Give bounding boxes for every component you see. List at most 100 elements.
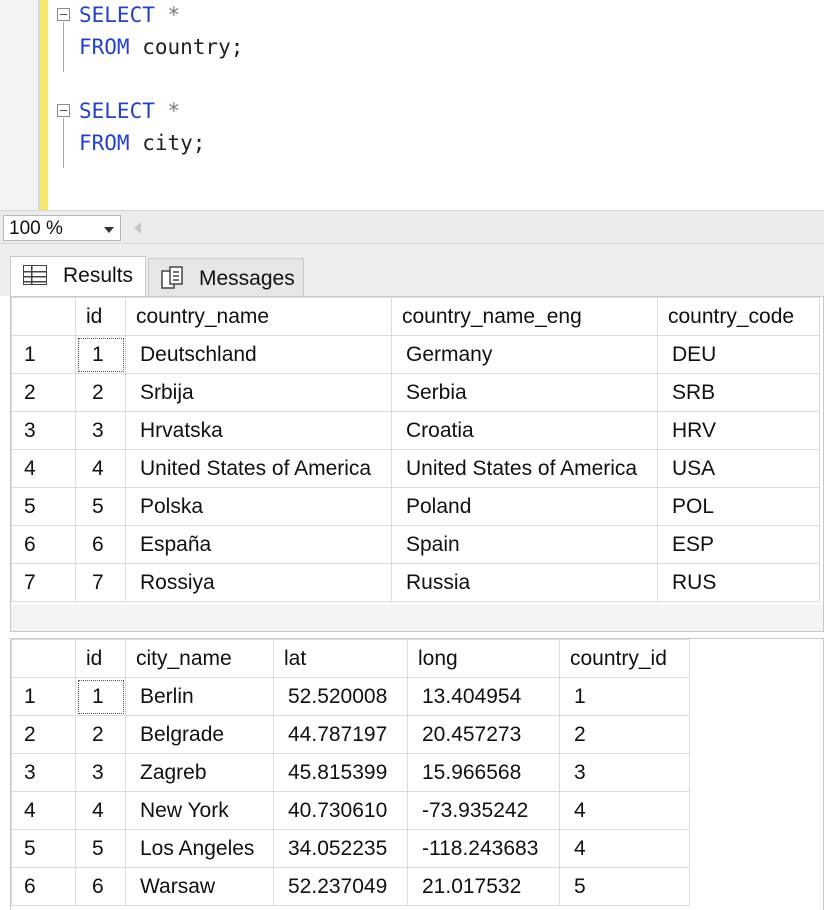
country-code-cell[interactable]: SRB — [657, 373, 820, 412]
country-name-cell[interactable]: Srbija — [125, 373, 392, 412]
table-row[interactable]: 6 6 España Spain ESP — [11, 525, 820, 564]
row-number-cell[interactable]: 5 — [11, 829, 76, 868]
table-row[interactable]: 4 4 New York 40.730610 -73.935242 4 — [11, 791, 690, 830]
city-name-cell[interactable]: Zagreb — [125, 753, 274, 792]
row-number-cell[interactable]: 2 — [11, 373, 76, 412]
long-cell[interactable]: 13.404954 — [407, 677, 560, 716]
city-name-cell[interactable]: Berlin — [125, 677, 274, 716]
country-name-eng-cell[interactable]: Poland — [391, 487, 658, 526]
table-row[interactable]: 4 4 United States of America United States … — [11, 449, 820, 488]
country-name-eng-cell[interactable]: Germany — [391, 335, 658, 374]
code-line[interactable]: SELECT * — [79, 98, 180, 124]
lat-cell[interactable]: 52.520008 — [273, 677, 408, 716]
row-number-header[interactable] — [11, 297, 76, 336]
column-header-lat[interactable]: lat — [273, 639, 408, 678]
country-id-cell[interactable]: 3 — [559, 753, 690, 792]
lat-cell[interactable]: 52.237049 — [273, 867, 408, 906]
id-cell[interactable]: 4 — [75, 791, 126, 830]
table-row[interactable]: 2 2 Belgrade 44.787197 20.457273 2 — [11, 715, 690, 754]
country-code-cell[interactable]: ESP — [657, 525, 820, 564]
table-row[interactable]: 5 5 Polska Poland POL — [11, 487, 820, 526]
long-cell[interactable]: 20.457273 — [407, 715, 560, 754]
long-cell[interactable]: -73.935242 — [407, 791, 560, 830]
column-header-country-id[interactable]: country_id — [559, 639, 690, 678]
country-id-cell[interactable]: 4 — [559, 829, 690, 868]
lat-cell[interactable]: 44.787197 — [273, 715, 408, 754]
row-number-cell[interactable]: 3 — [11, 411, 76, 450]
table-row[interactable]: 3 3 Hrvatska Croatia HRV — [11, 411, 820, 450]
row-number-cell[interactable]: 4 — [11, 791, 76, 830]
country-name-cell[interactable]: Hrvatska — [125, 411, 392, 450]
country-id-cell[interactable]: 1 — [559, 677, 690, 716]
scroll-left-icon[interactable] — [134, 222, 141, 234]
long-cell[interactable]: -118.243683 — [407, 829, 560, 868]
long-cell[interactable]: 21.017532 — [407, 867, 560, 906]
city-name-cell[interactable]: Los Angeles — [125, 829, 274, 868]
country-name-cell[interactable]: España — [125, 525, 392, 564]
country-result-grid[interactable]: id country_name country_name_eng country… — [10, 296, 824, 632]
country-name-eng-cell[interactable]: Croatia — [391, 411, 658, 450]
country-code-cell[interactable]: POL — [657, 487, 820, 526]
id-cell[interactable]: 2 — [75, 373, 126, 412]
zoom-dropdown[interactable]: 100 % — [3, 215, 121, 241]
country-code-cell[interactable]: RUS — [657, 563, 820, 602]
id-cell[interactable]: 5 — [75, 829, 126, 868]
lat-cell[interactable]: 40.730610 — [273, 791, 408, 830]
city-name-cell[interactable]: Warsaw — [125, 867, 274, 906]
row-number-cell[interactable]: 7 — [11, 563, 76, 602]
collapse-icon[interactable] — [57, 8, 70, 21]
code-line[interactable]: FROM city; — [79, 130, 205, 156]
collapse-icon[interactable] — [57, 104, 70, 117]
country-id-cell[interactable]: 5 — [559, 867, 690, 906]
table-row[interactable]: 6 6 Warsaw 52.237049 21.017532 5 — [11, 867, 690, 906]
chevron-down-icon[interactable] — [104, 227, 114, 233]
row-number-cell[interactable]: 3 — [11, 753, 76, 792]
tab-results[interactable]: Results — [10, 256, 146, 296]
code-line[interactable]: FROM country; — [79, 34, 243, 60]
country-name-eng-cell[interactable]: Russia — [391, 563, 658, 602]
table-row[interactable]: 1 1 Deutschland Germany DEU — [11, 335, 820, 374]
column-header-city-name[interactable]: city_name — [125, 639, 274, 678]
sql-editor[interactable]: SELECT * FROM country; SELECT * FROM cit… — [0, 0, 824, 210]
column-header-id[interactable]: id — [75, 639, 126, 678]
column-header-long[interactable]: long — [407, 639, 560, 678]
id-cell[interactable]: 4 — [75, 449, 126, 488]
code-line[interactable]: SELECT * — [79, 2, 180, 28]
id-cell[interactable]: 6 — [75, 525, 126, 564]
row-number-cell[interactable]: 6 — [11, 525, 76, 564]
lat-cell[interactable]: 45.815399 — [273, 753, 408, 792]
row-number-header[interactable] — [11, 639, 76, 678]
city-result-grid[interactable]: id city_name lat long country_id 1 1 Berli… — [10, 638, 824, 910]
country-name-eng-cell[interactable]: Spain — [391, 525, 658, 564]
table-row[interactable]: 7 7 Rossiya Russia RUS — [11, 563, 820, 602]
country-id-cell[interactable]: 4 — [559, 791, 690, 830]
id-cell[interactable]: 7 — [75, 563, 126, 602]
column-header-country-name[interactable]: country_name — [125, 297, 392, 336]
id-cell[interactable]: 2 — [75, 715, 126, 754]
id-cell[interactable]: 3 — [75, 753, 126, 792]
table-row[interactable]: 1 1 Berlin 52.520008 13.404954 1 — [11, 677, 690, 716]
row-number-cell[interactable]: 1 — [11, 335, 76, 374]
country-name-cell[interactable]: Polska — [125, 487, 392, 526]
table-row[interactable]: 3 3 Zagreb 45.815399 15.966568 3 — [11, 753, 690, 792]
id-cell[interactable]: 1 — [75, 335, 126, 374]
country-code-cell[interactable]: USA — [657, 449, 820, 488]
row-number-cell[interactable]: 1 — [11, 677, 76, 716]
country-name-cell[interactable]: Rossiya — [125, 563, 392, 602]
country-name-cell[interactable]: Deutschland — [125, 335, 392, 374]
long-cell[interactable]: 15.966568 — [407, 753, 560, 792]
id-cell[interactable]: 6 — [75, 867, 126, 906]
row-number-cell[interactable]: 6 — [11, 867, 76, 906]
table-row[interactable]: 2 2 Srbija Serbia SRB — [11, 373, 820, 412]
city-name-cell[interactable]: New York — [125, 791, 274, 830]
row-number-cell[interactable]: 4 — [11, 449, 76, 488]
row-number-cell[interactable]: 5 — [11, 487, 76, 526]
country-name-eng-cell[interactable]: United States of America — [391, 449, 658, 488]
id-cell[interactable]: 5 — [75, 487, 126, 526]
column-header-country-name-eng[interactable]: country_name_eng — [391, 297, 658, 336]
city-name-cell[interactable]: Belgrade — [125, 715, 274, 754]
tab-messages[interactable]: Messages — [148, 258, 304, 296]
country-code-cell[interactable]: DEU — [657, 335, 820, 374]
country-code-cell[interactable]: HRV — [657, 411, 820, 450]
country-name-eng-cell[interactable]: Serbia — [391, 373, 658, 412]
